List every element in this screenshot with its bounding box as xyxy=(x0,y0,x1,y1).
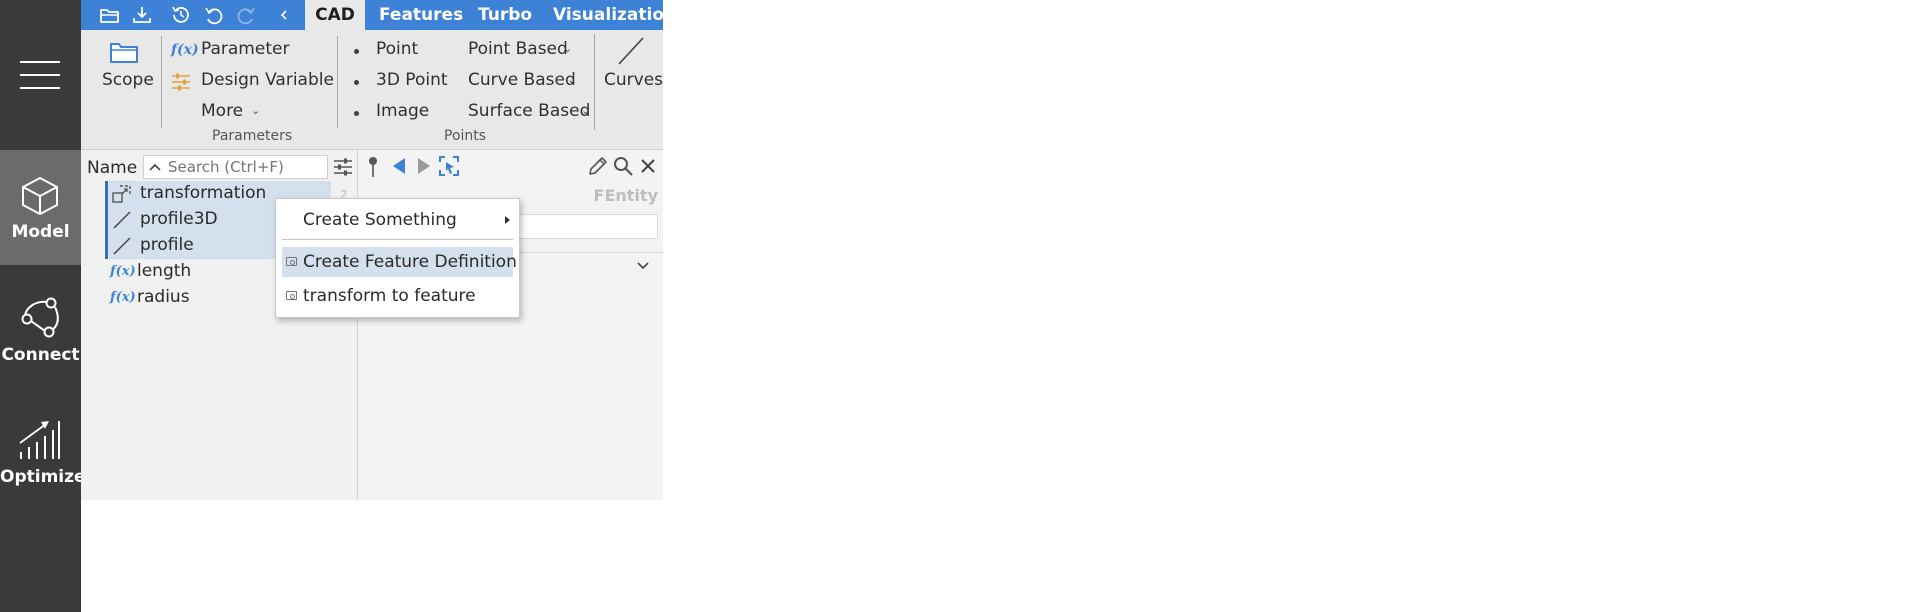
tab-cad[interactable]: CAD xyxy=(305,0,365,30)
surface-based-dropdown[interactable]: Surface Based xyxy=(468,101,590,121)
tree-header: Name xyxy=(81,150,358,184)
filter-settings-icon[interactable] xyxy=(333,157,353,177)
chevron-down-icon: ⌄ xyxy=(581,105,591,117)
ribbon: Scope f(x) Parameter Design Variable Mor… xyxy=(81,30,663,150)
sidebar-item-connect[interactable]: Connect xyxy=(0,265,81,387)
arrow-right-icon[interactable] xyxy=(416,156,432,176)
redo-icon[interactable] xyxy=(235,4,257,26)
hamburger-menu-button[interactable] xyxy=(0,0,81,150)
hamburger-icon xyxy=(20,61,60,89)
bottom-area xyxy=(81,500,663,612)
point-button[interactable]: Point xyxy=(376,39,418,59)
scope-button[interactable]: Scope xyxy=(102,70,154,90)
tab-features[interactable]: Features xyxy=(379,0,463,30)
top-toolbar: CAD Features Turbo Visualization xyxy=(81,0,676,30)
folder-icon xyxy=(110,43,138,63)
group-label-parameters: Parameters xyxy=(212,128,293,144)
cube-icon xyxy=(22,177,58,215)
ribbon-divider xyxy=(337,36,338,128)
fx-icon: f(x) xyxy=(110,290,136,305)
chevron-left-icon[interactable] xyxy=(273,4,295,26)
menu-separator xyxy=(282,239,513,240)
properties-toolbar xyxy=(358,150,663,184)
design-variable-button[interactable]: Design Variable xyxy=(201,70,334,90)
ribbon-divider xyxy=(594,34,595,130)
curve-line-icon xyxy=(618,37,644,65)
curves-button[interactable]: Curves xyxy=(604,70,663,90)
sidebar-item-label: Connect xyxy=(1,345,80,365)
parameter-button[interactable]: Parameter xyxy=(201,39,289,59)
fx-icon: f(x) xyxy=(110,264,136,279)
sidebar-item-model[interactable]: Model xyxy=(0,150,81,265)
tab-turbo[interactable]: Turbo xyxy=(478,0,532,30)
more-dropdown[interactable]: More xyxy=(201,101,243,121)
image-button[interactable]: Image xyxy=(376,101,429,121)
fx-icon: f(x) xyxy=(171,42,199,58)
left-sidebar: Model Connect Optimize xyxy=(0,0,86,612)
line-icon xyxy=(113,237,131,255)
point-bullet-icon xyxy=(354,111,359,116)
chevron-down-icon: ⌄ xyxy=(563,43,573,55)
close-icon[interactable] xyxy=(640,158,656,174)
name-column-header[interactable]: Name xyxy=(87,158,137,178)
connect-nodes-icon xyxy=(21,297,59,338)
ribbon-divider xyxy=(161,36,162,128)
optimize-chart-icon xyxy=(19,421,60,459)
menu-item-label: transform to feature xyxy=(303,286,476,306)
3d-point-button[interactable]: 3D Point xyxy=(376,70,448,90)
line-icon xyxy=(113,211,131,229)
search-icon[interactable] xyxy=(612,155,634,177)
tree-item-label: transformation xyxy=(140,183,267,203)
chevron-down-icon: ⌄ xyxy=(251,105,261,117)
name-field[interactable] xyxy=(508,214,658,239)
sidebar-item-label: Optimize xyxy=(0,467,86,487)
pin-icon[interactable] xyxy=(366,156,380,178)
curve-based-dropdown[interactable]: Curve Based xyxy=(468,70,576,90)
menu-item-create-feature-definition[interactable]: Create Feature Definition xyxy=(282,247,517,277)
download-icon[interactable] xyxy=(131,4,153,26)
submenu-arrow-icon xyxy=(505,216,510,224)
menu-item-label: Create Feature Definition xyxy=(303,252,517,272)
search-input[interactable] xyxy=(168,157,324,177)
pencil-icon[interactable] xyxy=(587,155,609,177)
feature-icon xyxy=(286,257,297,266)
search-box xyxy=(143,155,328,179)
select-target-icon[interactable] xyxy=(438,155,460,177)
design-variable-icon xyxy=(172,73,190,91)
context-menu: Create Something Create Feature Definiti… xyxy=(275,198,520,318)
feature-icon xyxy=(286,291,297,300)
sidebar-item-optimize[interactable]: Optimize xyxy=(0,387,86,500)
point-based-dropdown[interactable]: Point Based xyxy=(468,39,568,59)
tree-item-label: profile3D xyxy=(140,209,218,229)
tree-item-label: profile xyxy=(140,235,194,255)
sidebar-bottom xyxy=(0,500,81,612)
tree-item-label: radius xyxy=(137,287,190,307)
app-window: Model Connect Optimize CAD Features Turb… xyxy=(0,0,1920,612)
chevron-down-icon: ⌄ xyxy=(567,74,577,86)
menu-item-label: Create Something xyxy=(303,210,457,230)
history-icon[interactable] xyxy=(170,4,192,26)
open-folder-icon[interactable] xyxy=(99,4,121,26)
tree-item-label: length xyxy=(137,261,192,281)
undo-icon[interactable] xyxy=(203,4,225,26)
point-bullet-icon xyxy=(354,80,359,85)
transformation-icon xyxy=(112,185,131,203)
chevron-down-icon[interactable] xyxy=(636,260,650,272)
menu-item-create-something[interactable]: Create Something xyxy=(282,205,513,235)
chevron-up-icon[interactable] xyxy=(148,161,162,173)
arrow-left-icon[interactable] xyxy=(391,156,407,176)
point-bullet-icon xyxy=(354,49,359,54)
sidebar-item-label: Model xyxy=(11,222,70,242)
tab-visualization[interactable]: Visualization xyxy=(553,0,676,30)
group-label-points: Points xyxy=(444,128,487,144)
menu-item-transform-to-feature[interactable]: transform to feature xyxy=(282,281,513,311)
entity-type-label: FEntity xyxy=(593,186,658,205)
